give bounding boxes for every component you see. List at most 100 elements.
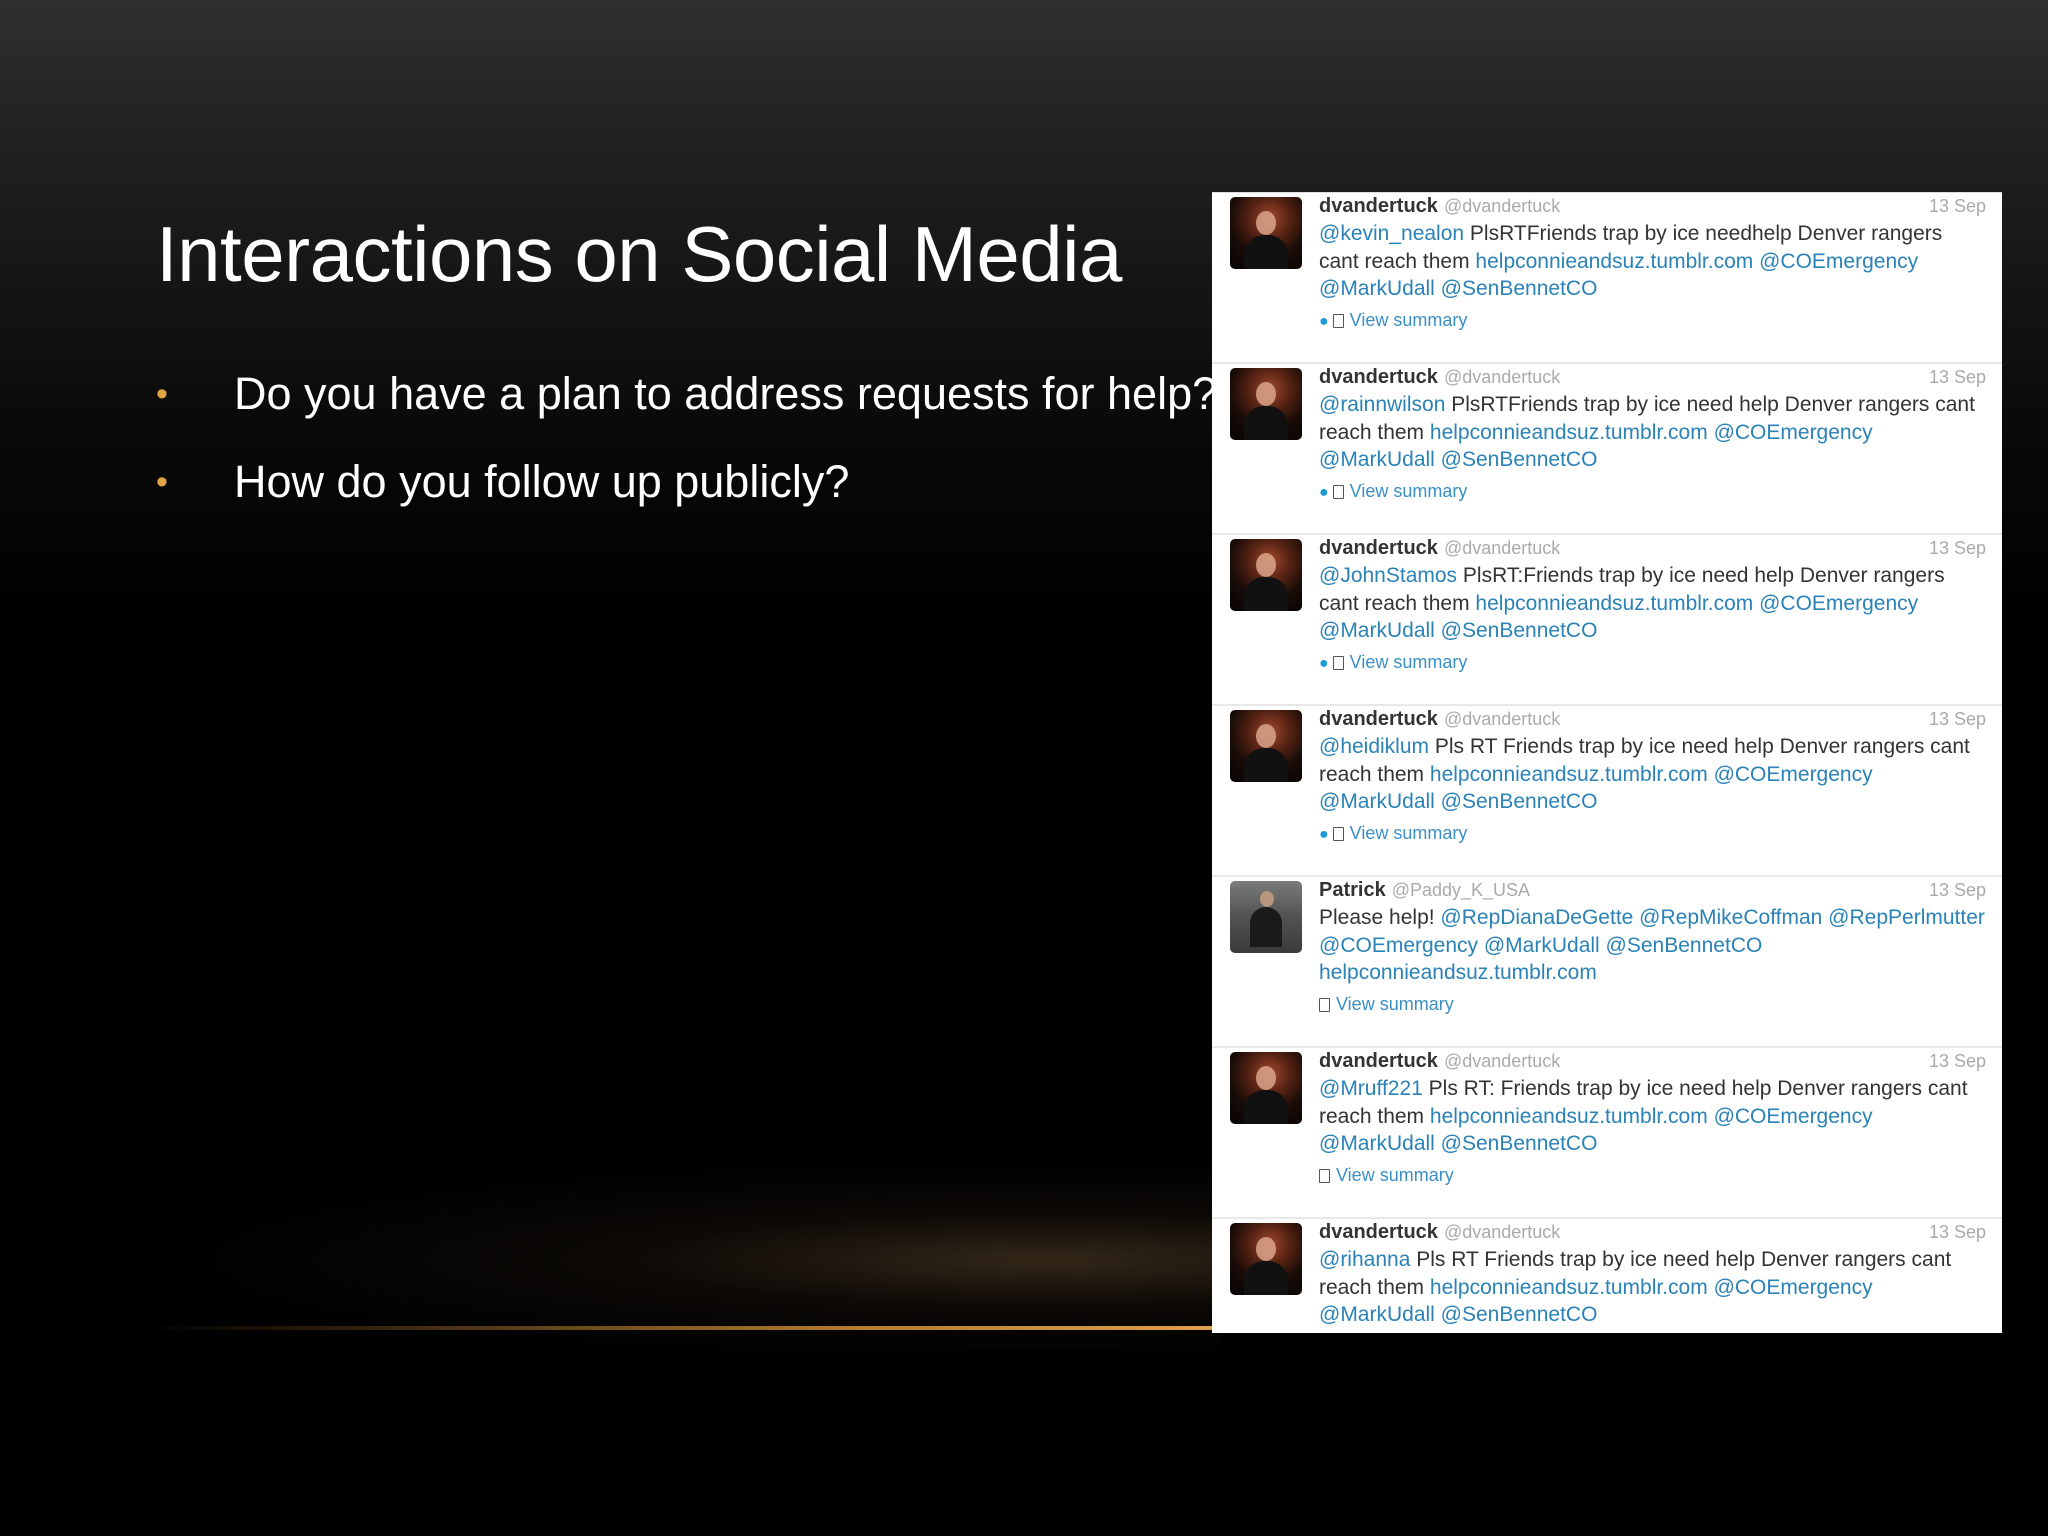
tweet-mention[interactable]: @kevin_nealon	[1319, 222, 1464, 245]
bullet-marker: •	[156, 375, 168, 413]
speech-bubble-icon: ●	[1319, 825, 1329, 843]
tweet-url[interactable]: helpconnieandsuz.tumblr.com	[1430, 1276, 1708, 1299]
avatar-face	[1260, 891, 1274, 907]
tweet-author-handle[interactable]: @dvandertuck	[1444, 538, 1560, 558]
tweet-author-name[interactable]: Patrick	[1319, 879, 1386, 901]
tweet-header: dvandertuck @dvandertuck 13 Sep	[1319, 364, 1986, 390]
document-icon	[1332, 484, 1344, 499]
tweet-header: Patrick @Paddy_K_USA 13 Sep	[1319, 877, 1986, 903]
avatar-face	[1256, 724, 1276, 748]
bullet-list: • Do you have a plan to address requests…	[156, 368, 1217, 544]
tweet-header: dvandertuck @dvandertuck 13 Sep	[1319, 1048, 1986, 1074]
document-icon	[1332, 826, 1344, 841]
tweet-item[interactable]: dvandertuck @dvandertuck 13 Sep @rainnwilso…	[1212, 364, 2002, 535]
tweet-item[interactable]: dvandertuck @dvandertuck 13 Sep @Mruff221 P…	[1212, 1048, 2002, 1219]
speech-bubble-icon: ●	[1319, 483, 1329, 501]
tweet-header: dvandertuck @dvandertuck 13 Sep	[1319, 193, 1986, 219]
tweet-item[interactable]: dvandertuck @dvandertuck 13 Sep @JohnStamos…	[1212, 535, 2002, 706]
view-summary-label: View summary	[1349, 651, 1468, 672]
tweet-author-handle[interactable]: @dvandertuck	[1444, 196, 1560, 216]
tweet-item[interactable]: Patrick @Paddy_K_USA 13 Sep Please help! @R…	[1212, 877, 2002, 1048]
avatar-body	[1244, 1090, 1288, 1124]
tweet-content: dvandertuck @dvandertuck 13 Sep @kevin_neal…	[1319, 193, 1986, 333]
tweet-item[interactable]: dvandertuck @dvandertuck 13 Sep @heidiklum …	[1212, 706, 2002, 877]
tweet-text: @rainnwilson PlsRTFriends trap by ice ne…	[1319, 391, 1986, 474]
slide-title: Interactions on Social Media	[156, 210, 1122, 298]
tweet-url[interactable]: helpconnieandsuz.tumblr.com	[1430, 421, 1708, 444]
tweet-date[interactable]: 13 Sep	[1929, 535, 1986, 561]
view-summary-label: View summary	[1336, 1164, 1454, 1185]
tweet-mention[interactable]: @rainnwilson	[1319, 393, 1445, 416]
avatar[interactable]	[1230, 710, 1302, 782]
tweet-author-name[interactable]: dvandertuck	[1319, 1050, 1438, 1072]
tweet-author-name[interactable]: dvandertuck	[1319, 366, 1438, 388]
avatar[interactable]	[1230, 197, 1302, 269]
avatar[interactable]	[1230, 539, 1302, 611]
avatar-body	[1244, 406, 1288, 440]
tweet-date[interactable]: 13 Sep	[1929, 706, 1986, 732]
view-summary-link[interactable]: ● View summary	[1319, 822, 1986, 846]
view-summary-link[interactable]: ● View summary	[1319, 651, 1986, 675]
tweet-author-handle[interactable]: @dvandertuck	[1444, 1222, 1560, 1242]
tweet-url[interactable]: helpconnieandsuz.tumblr.com	[1475, 592, 1753, 615]
tweet-author-name[interactable]: dvandertuck	[1319, 537, 1438, 559]
tweet-url[interactable]: helpconnieandsuz.tumblr.com	[1430, 1105, 1708, 1128]
avatar[interactable]	[1230, 1052, 1302, 1124]
tweet-text: Please help! @RepDianaDeGette @RepMikeCo…	[1319, 904, 1986, 987]
horizon-glow	[60, 1150, 1220, 1350]
bullet-text: How do you follow up publicly?	[234, 456, 850, 507]
tweet-author-name[interactable]: dvandertuck	[1319, 195, 1438, 217]
avatar-face	[1256, 1066, 1276, 1090]
tweet-content: dvandertuck @dvandertuck 13 Sep @rihanna Pl…	[1319, 1219, 1986, 1333]
tweet-author-handle[interactable]: @dvandertuck	[1444, 367, 1560, 387]
tweet-author-handle[interactable]: @dvandertuck	[1444, 1051, 1560, 1071]
tweet-author-handle[interactable]: @dvandertuck	[1444, 709, 1560, 729]
view-summary-link[interactable]: ● View summary	[1319, 480, 1986, 504]
bullet-item: • Do you have a plan to address requests…	[156, 368, 1217, 420]
avatar[interactable]	[1230, 1223, 1302, 1295]
avatar[interactable]	[1230, 881, 1302, 953]
view-summary-link[interactable]: View summary	[1319, 993, 1986, 1015]
avatar-face	[1256, 553, 1276, 577]
tweet-header: dvandertuck @dvandertuck 13 Sep	[1319, 706, 1986, 732]
tweet-url[interactable]: helpconnieandsuz.tumblr.com	[1430, 763, 1708, 786]
tweet-content: Patrick @Paddy_K_USA 13 Sep Please help! @R…	[1319, 877, 1986, 1015]
tweet-text: @heidiklum Pls RT Friends trap by ice ne…	[1319, 733, 1986, 816]
avatar-face	[1256, 211, 1276, 235]
tweet-date[interactable]: 13 Sep	[1929, 1219, 1986, 1245]
tweet-mention[interactable]: @rihanna	[1319, 1248, 1410, 1271]
avatar-body	[1244, 1261, 1288, 1295]
view-summary-link[interactable]: View summary	[1319, 1164, 1986, 1186]
tweet-item[interactable]: dvandertuck @dvandertuck 13 Sep @kevin_neal…	[1212, 193, 2002, 364]
tweet-header: dvandertuck @dvandertuck 13 Sep	[1319, 1219, 1986, 1245]
view-summary-label: View summary	[1336, 993, 1454, 1014]
tweet-date[interactable]: 13 Sep	[1929, 1048, 1986, 1074]
avatar-body	[1250, 907, 1282, 947]
tweet-date[interactable]: 13 Sep	[1929, 364, 1986, 390]
tweet-author-name[interactable]: dvandertuck	[1319, 1221, 1438, 1243]
tweet-url[interactable]: helpconnieandsuz.tumblr.com	[1475, 250, 1753, 273]
view-summary-link[interactable]: ● View summary	[1319, 309, 1986, 333]
bullet-marker: •	[156, 463, 168, 501]
speech-bubble-icon: ●	[1319, 312, 1329, 330]
tweet-date[interactable]: 13 Sep	[1929, 877, 1986, 903]
tweet-author-handle[interactable]: @Paddy_K_USA	[1392, 880, 1530, 900]
tweet-content: dvandertuck @dvandertuck 13 Sep @Mruff221 P…	[1319, 1048, 1986, 1186]
avatar-face	[1256, 382, 1276, 406]
tweet-mention[interactable]: @JohnStamos	[1319, 564, 1457, 587]
avatar-body	[1244, 748, 1288, 782]
tweet-body: Please help!	[1319, 906, 1441, 929]
tweet-date[interactable]: 13 Sep	[1929, 193, 1986, 219]
tweet-mention[interactable]: @heidiklum	[1319, 735, 1429, 758]
tweet-text: @rihanna Pls RT Friends trap by ice need…	[1319, 1246, 1986, 1329]
horizon-line	[140, 1326, 1220, 1330]
tweet-author-name[interactable]: dvandertuck	[1319, 708, 1438, 730]
tweet-text: @kevin_nealon PlsRTFriends trap by ice n…	[1319, 220, 1986, 303]
tweet-mention[interactable]: @Mruff221	[1319, 1077, 1423, 1100]
document-icon	[1332, 655, 1344, 670]
bullet-item: • How do you follow up publicly?	[156, 456, 1217, 508]
tweet-item[interactable]: dvandertuck @dvandertuck 13 Sep @rihanna Pl…	[1212, 1219, 2002, 1333]
document-icon	[1319, 1168, 1330, 1183]
tweet-content: dvandertuck @dvandertuck 13 Sep @heidiklum …	[1319, 706, 1986, 846]
avatar[interactable]	[1230, 368, 1302, 440]
